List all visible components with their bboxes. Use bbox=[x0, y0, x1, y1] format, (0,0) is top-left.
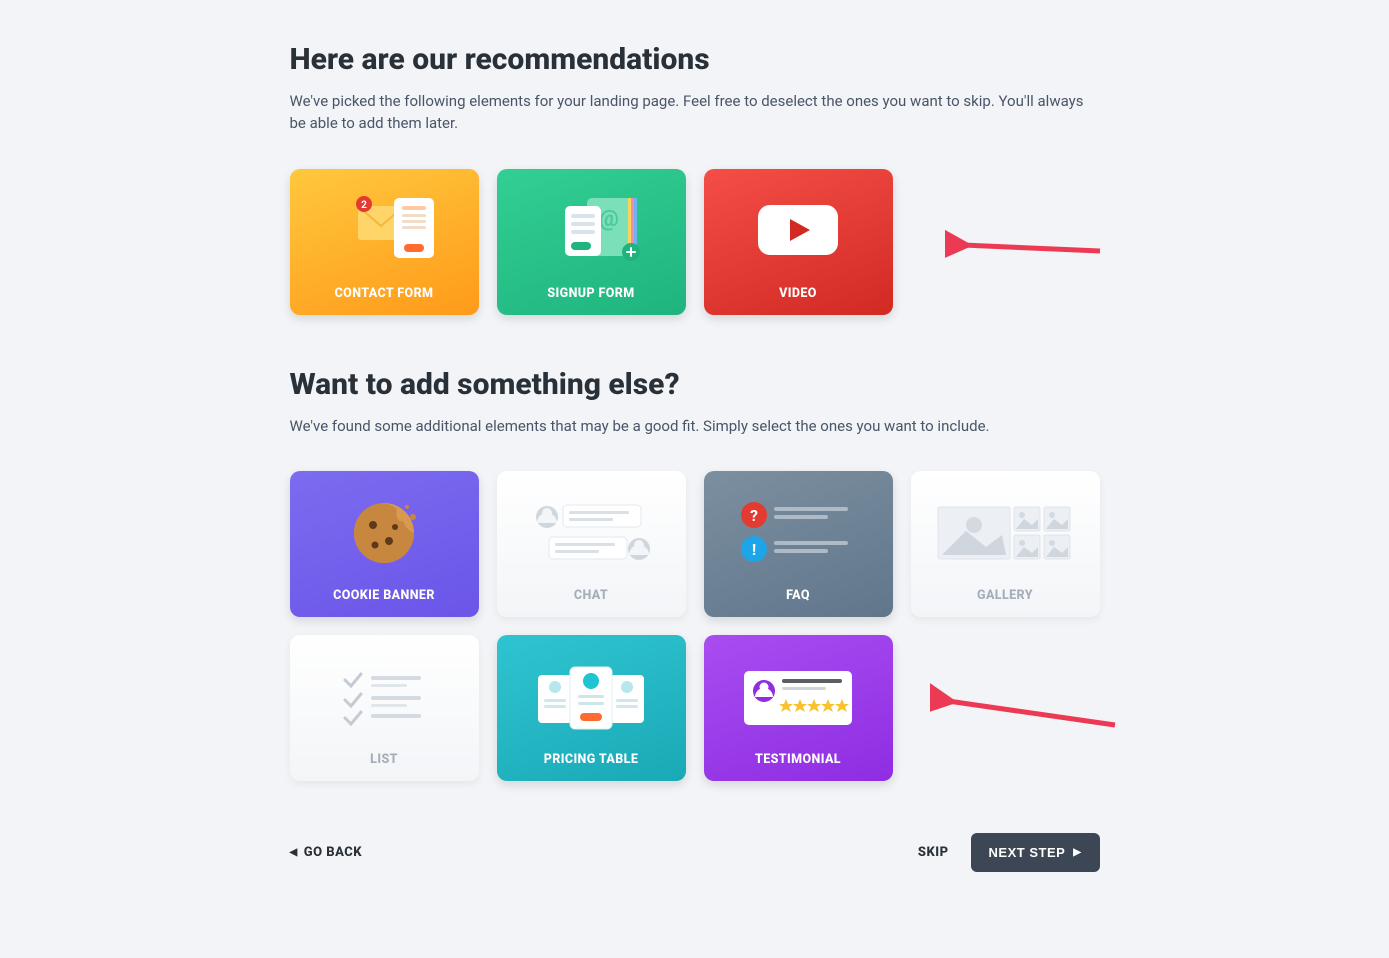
recommendations-description: We've picked the following elements for … bbox=[290, 91, 1100, 135]
card-label: FAQ bbox=[786, 588, 810, 603]
card-label: GALLERY bbox=[977, 588, 1033, 603]
card-list[interactable]: LIST bbox=[290, 635, 479, 781]
card-label: PRICING TABLE bbox=[544, 752, 638, 767]
pricing-table-icon bbox=[497, 635, 686, 752]
card-label: VIDEO bbox=[779, 286, 817, 301]
cookie-icon bbox=[290, 471, 479, 588]
gallery-icon bbox=[911, 471, 1100, 588]
chevron-right-icon: ▶ bbox=[1073, 847, 1081, 858]
card-faq[interactable]: ? ! FAQ bbox=[704, 471, 893, 617]
annotation-arrow-icon bbox=[945, 229, 1105, 269]
svg-text:@: @ bbox=[599, 207, 619, 232]
contact-form-icon: 2 bbox=[290, 169, 479, 286]
additional-title: Want to add something else? bbox=[290, 367, 1100, 402]
card-label: CHAT bbox=[574, 588, 608, 603]
go-back-button[interactable]: ◀ GO BACK bbox=[290, 845, 363, 860]
faq-icon: ? ! bbox=[704, 471, 893, 588]
testimonial-icon bbox=[704, 635, 893, 752]
signup-form-icon: @ bbox=[497, 169, 686, 286]
card-label: TESTIMONIAL bbox=[755, 752, 841, 767]
card-testimonial[interactable]: TESTIMONIAL bbox=[704, 635, 893, 781]
card-gallery[interactable]: GALLERY bbox=[911, 471, 1100, 617]
bottom-bar: ◀ GO BACK SKIP NEXT STEP ▶ bbox=[290, 833, 1100, 872]
skip-button[interactable]: SKIP bbox=[918, 845, 949, 860]
card-signup-form[interactable]: @ SIGNUP FORM bbox=[497, 169, 686, 315]
recommendations-title: Here are our recommendations bbox=[290, 42, 1100, 77]
card-pricing-table[interactable]: PRICING TABLE bbox=[497, 635, 686, 781]
card-contact-form[interactable]: 2 CONTACT FORM bbox=[290, 169, 479, 315]
chat-icon bbox=[497, 471, 686, 588]
card-label: COOKIE BANNER bbox=[333, 588, 435, 603]
additional-description: We've found some additional elements tha… bbox=[290, 416, 1100, 438]
card-video[interactable]: VIDEO bbox=[704, 169, 893, 315]
svg-text:2: 2 bbox=[361, 200, 367, 211]
next-step-button[interactable]: NEXT STEP ▶ bbox=[971, 833, 1100, 872]
go-back-label: GO BACK bbox=[304, 845, 362, 860]
card-cookie-banner[interactable]: COOKIE BANNER bbox=[290, 471, 479, 617]
chevron-left-icon: ◀ bbox=[290, 847, 298, 858]
next-step-label: NEXT STEP bbox=[989, 845, 1066, 860]
card-label: LIST bbox=[370, 752, 398, 767]
video-icon bbox=[704, 169, 893, 286]
svg-text:?: ? bbox=[750, 506, 758, 525]
annotation-arrow-icon bbox=[930, 683, 1120, 743]
list-icon bbox=[290, 635, 479, 752]
card-label: CONTACT FORM bbox=[335, 286, 434, 301]
card-label: SIGNUP FORM bbox=[547, 286, 634, 301]
recommendations-grid: 2 CONTACT FORM @ bbox=[290, 169, 1100, 315]
card-chat[interactable]: CHAT bbox=[497, 471, 686, 617]
additional-grid: COOKIE BANNER CHAT bbox=[290, 471, 1100, 781]
svg-text:!: ! bbox=[752, 540, 756, 559]
